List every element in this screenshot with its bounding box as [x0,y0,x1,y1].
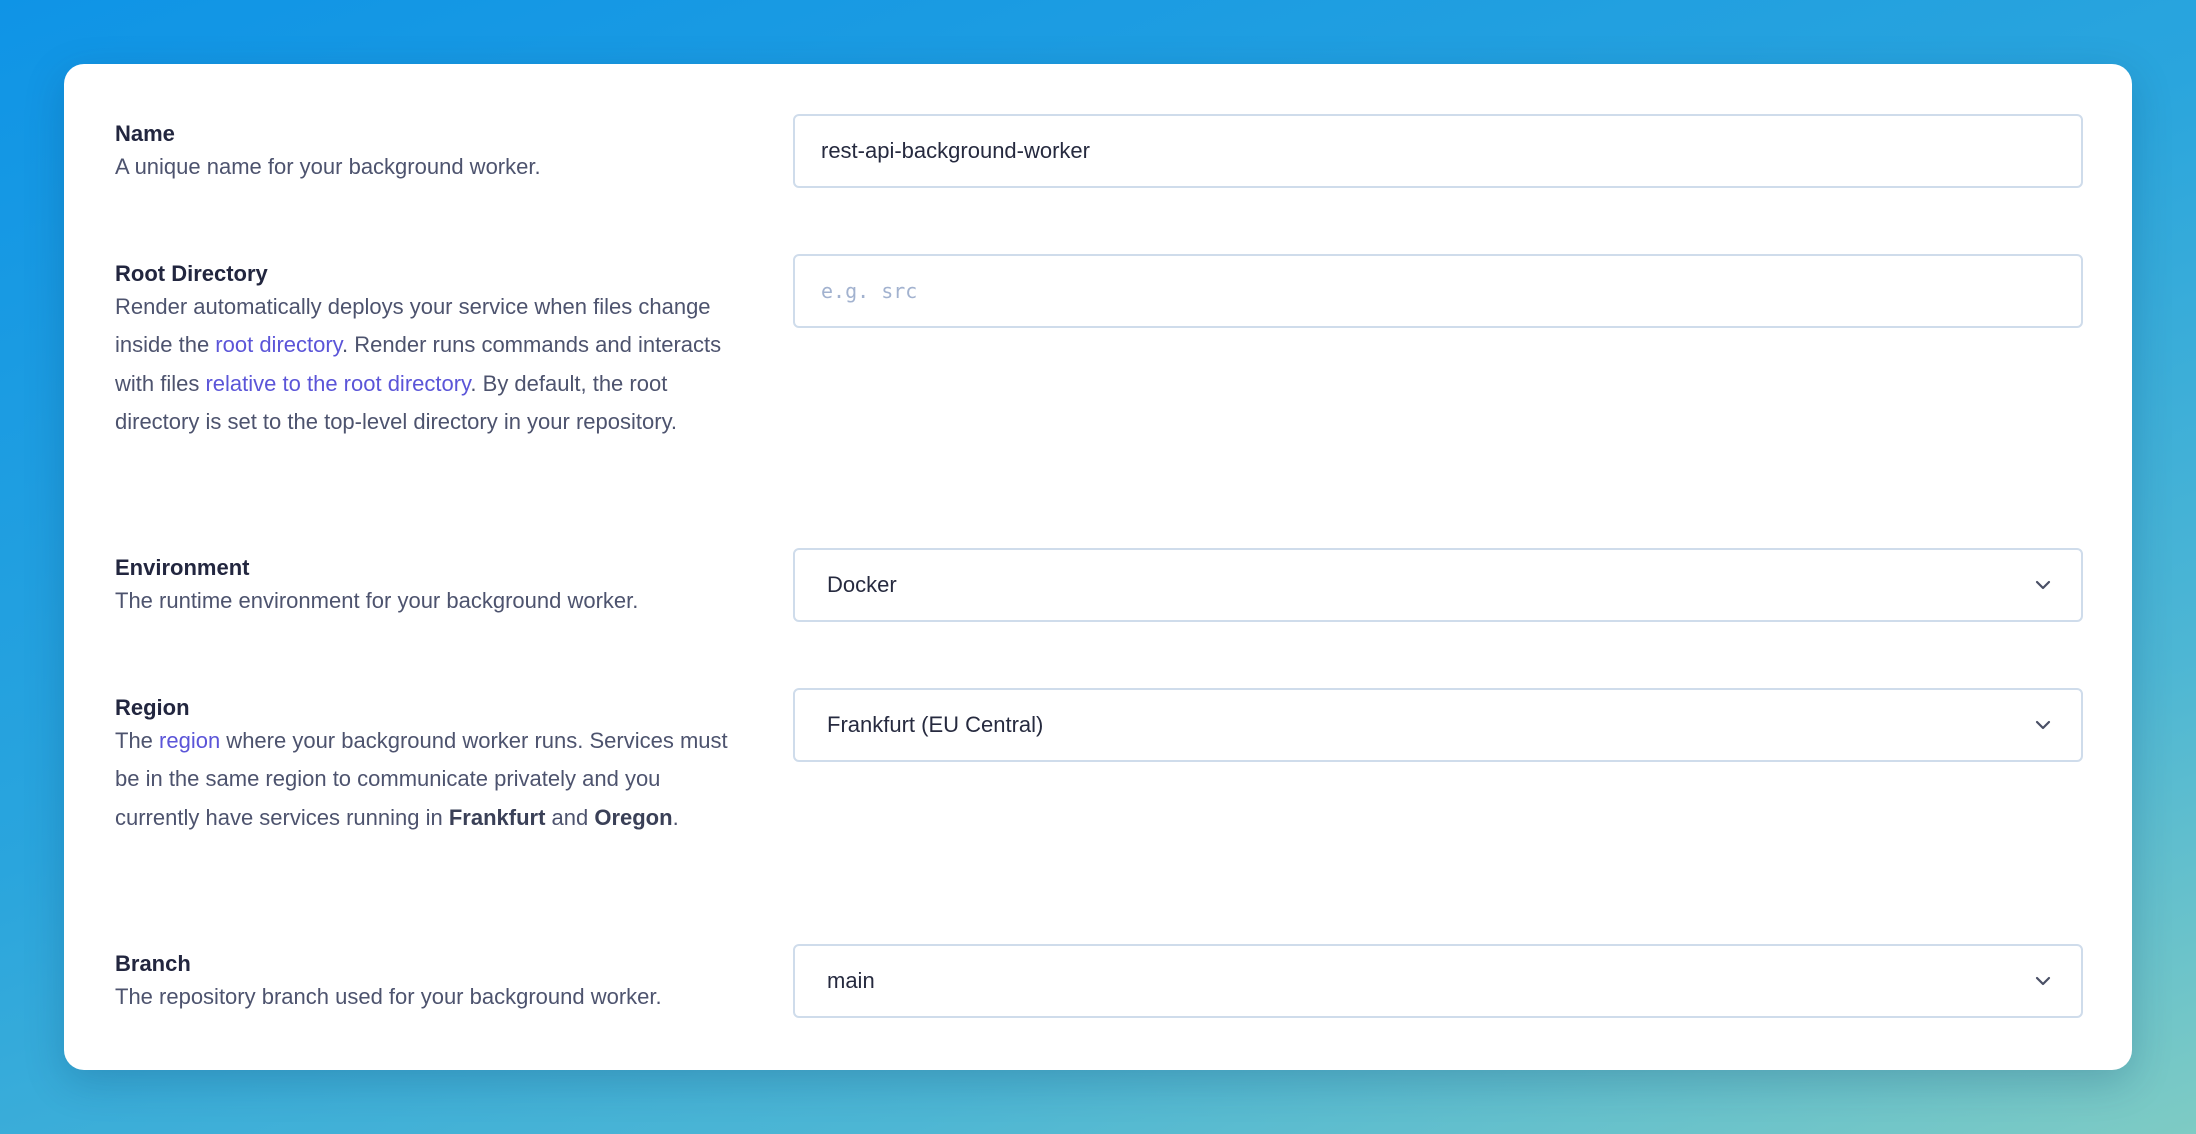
name-label-group: Name A unique name for your background w… [115,120,735,186]
root-directory-label-group: Root Directory Render automatically depl… [115,260,735,441]
region-desc-text-3: and [545,804,595,830]
root-directory-field-box [793,254,2083,328]
region-description: The region where your background worker … [115,722,735,837]
chevron-down-icon [2035,720,2051,730]
environment-selected-value: Docker [827,572,897,597]
branch-select[interactable]: main [793,944,2083,1018]
environment-title: Environment [115,555,250,580]
environment-row: Environment The runtime environment for … [115,548,2083,628]
branch-selected-value: main [827,968,875,993]
region-selected-value: Frankfurt (EU Central) [827,712,1044,737]
environment-label-group: Environment The runtime environment for … [115,554,735,620]
chevron-down-icon [2035,976,2051,986]
root-directory-link[interactable]: root directory [215,332,342,357]
environment-select[interactable]: Docker [793,548,2083,622]
root-directory-title: Root Directory [115,261,268,286]
region-label-group: Region The region where your background … [115,694,735,837]
region-select[interactable]: Frankfurt (EU Central) [793,688,2083,762]
chevron-down-icon [2035,580,2051,590]
root-directory-description: Render automatically deploys your servic… [115,288,735,441]
region-desc-text-1: The [115,728,160,753]
environment-description: The runtime environment for your backgro… [115,588,639,613]
region-row: Region The region where your background … [115,688,2083,888]
name-title: Name [115,121,175,146]
region-title: Region [115,695,190,720]
name-field-box [793,114,2083,188]
name-input[interactable] [795,116,2081,186]
root-directory-row: Root Directory Render automatically depl… [115,254,2083,484]
relative-root-directory-link[interactable]: relative to the root directory [205,371,470,396]
region-oregon: Oregon [594,804,673,830]
region-desc-text-4: . [672,804,679,830]
branch-title: Branch [115,951,191,976]
name-description: A unique name for your background worker… [115,154,541,179]
region-link[interactable]: region [159,728,220,753]
root-directory-input[interactable] [795,256,2081,326]
branch-label-group: Branch The repository branch used for yo… [115,950,735,1016]
name-row: Name A unique name for your background w… [115,114,2083,194]
branch-description: The repository branch used for your back… [115,984,662,1009]
settings-form-card: Name A unique name for your background w… [64,64,2132,1070]
branch-row: Branch The repository branch used for yo… [115,944,2083,1024]
region-frankfurt: Frankfurt [448,804,546,830]
